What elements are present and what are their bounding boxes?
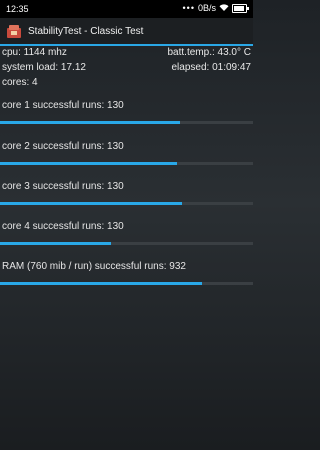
test-label: core 3 successful runs: 130 bbox=[2, 181, 124, 192]
elapsed-time: elapsed: 01:09:47 bbox=[171, 62, 251, 73]
progress-track bbox=[0, 242, 253, 245]
status-bar: 12:35 ••• 0B/s bbox=[0, 0, 253, 18]
progress-fill bbox=[0, 121, 180, 124]
network-speed: 0B/s bbox=[197, 3, 216, 13]
test-label: core 2 successful runs: 130 bbox=[2, 141, 124, 152]
progress-track bbox=[0, 162, 253, 165]
progress-fill bbox=[0, 162, 178, 165]
cpu-frequency: cpu: 1144 mhz bbox=[2, 47, 67, 58]
system-load: system load: 17.12 bbox=[2, 62, 86, 73]
battery-temperature: batt.temp.: 43.0° C bbox=[167, 47, 252, 58]
status-right: ••• 0B/s bbox=[182, 3, 249, 13]
test-label: RAM (760 mib / run) successful runs: 932 bbox=[2, 261, 186, 272]
test-label: core 1 successful runs: 130 bbox=[2, 100, 124, 111]
cores-count: cores: 4 bbox=[2, 77, 38, 88]
wifi-icon bbox=[219, 4, 229, 11]
progress-fill bbox=[0, 282, 203, 285]
test-label: core 4 successful runs: 130 bbox=[2, 221, 124, 232]
info-row-3: cores: 4 bbox=[0, 77, 253, 91]
progress-track bbox=[0, 282, 253, 285]
status-time: 12:35 bbox=[6, 4, 29, 14]
progress-fill bbox=[0, 202, 183, 205]
progress-fill bbox=[0, 242, 112, 245]
app-icon[interactable] bbox=[6, 23, 22, 39]
app-title: StabilityTest - Classic Test bbox=[28, 26, 144, 37]
info-row-2: system load: 17.12 elapsed: 01:09:47 bbox=[0, 62, 253, 76]
progress-track bbox=[0, 202, 253, 205]
app-bar: StabilityTest - Classic Test bbox=[0, 18, 253, 46]
info-row-1: cpu: 1144 mhz batt.temp.: 43.0° C bbox=[0, 47, 253, 61]
signal-dots: ••• bbox=[182, 3, 195, 13]
battery-icon bbox=[232, 3, 249, 13]
progress-track bbox=[0, 121, 253, 124]
